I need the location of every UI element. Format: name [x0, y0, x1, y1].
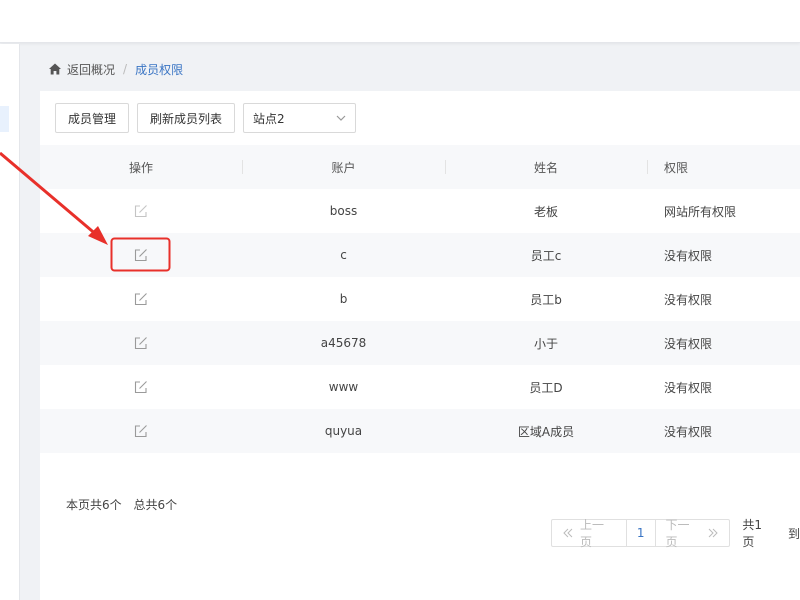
- header-permission: 权限: [647, 145, 800, 189]
- breadcrumb: 返回概况 / 成员权限: [48, 60, 183, 78]
- top-header: [0, 0, 800, 43]
- next-page-label: 下一页: [665, 518, 690, 549]
- edit-icon[interactable]: [134, 204, 148, 218]
- total-count-text: 总共6个: [133, 498, 178, 512]
- name-cell: 小于: [533, 336, 558, 351]
- account-cell: boss: [329, 204, 358, 218]
- site-select[interactable]: 站点2: [243, 103, 357, 133]
- edit-icon[interactable]: [134, 336, 148, 350]
- total-pages-text: 共1页: [742, 518, 763, 549]
- account-cell: b: [339, 292, 348, 306]
- permission-cell: 网站所有权限: [664, 204, 737, 219]
- header-name: 姓名: [445, 145, 647, 189]
- account-cell: a45678: [320, 336, 367, 350]
- breadcrumb-separator: /: [123, 62, 128, 76]
- permission-cell: 没有权限: [664, 380, 713, 395]
- account-cell: quyua: [324, 424, 363, 438]
- header-action: 操作: [128, 160, 153, 175]
- header-account: 账户: [242, 145, 445, 189]
- member-manage-button[interactable]: 成员管理: [55, 103, 130, 133]
- table-row: boss 老板 网站所有权限: [40, 189, 800, 233]
- permission-cell: 没有权限: [664, 424, 713, 439]
- next-page-button[interactable]: 下一页: [654, 518, 730, 549]
- prev-page-label: 上一页: [579, 518, 604, 549]
- refresh-member-list-button[interactable]: 刷新成员列表: [137, 103, 236, 133]
- name-cell: 老板: [533, 204, 558, 219]
- table-row: quyua 区域A成员 没有权限: [40, 409, 800, 453]
- edit-icon[interactable]: [134, 380, 148, 394]
- pagination: 上一页 1 下一页 共1页 到: [551, 518, 800, 549]
- permission-cell: 没有权限: [664, 248, 713, 263]
- left-sidebar: [0, 44, 20, 600]
- action-cell: [40, 233, 242, 277]
- content-card: 成员管理 刷新成员列表 站点2 操作 账户 姓名 权限 boss 老板 网站所有…: [40, 91, 800, 600]
- prev-page-button[interactable]: 上一页: [552, 518, 626, 549]
- table-row: a45678 小于 没有权限: [40, 321, 800, 365]
- action-cell: [40, 321, 242, 365]
- name-cell: 员工b: [530, 292, 562, 307]
- pagination-controls: 上一页 1 下一页: [551, 518, 731, 549]
- page-number-1[interactable]: 1: [625, 520, 655, 546]
- sidebar-active-item[interactable]: [0, 106, 9, 132]
- breadcrumb-current: 成员权限: [135, 62, 184, 77]
- permission-cell: 没有权限: [664, 336, 713, 351]
- account-cell: c: [340, 248, 347, 262]
- chevron-down-icon: [336, 115, 346, 121]
- page-count-text: 本页共6个: [66, 498, 122, 512]
- double-chevron-left-icon: [563, 528, 573, 538]
- site-select-value: 站点2: [253, 111, 285, 126]
- action-cell: [40, 277, 242, 321]
- table-row: b 员工b 没有权限: [40, 277, 800, 321]
- back-to-overview-link[interactable]: 返回概况: [67, 61, 115, 78]
- edit-icon[interactable]: [134, 248, 148, 262]
- goto-page-label: 到: [787, 526, 800, 541]
- action-cell: [40, 365, 242, 409]
- toolbar: 成员管理 刷新成员列表 站点2: [55, 103, 357, 133]
- table-row: www 员工D 没有权限: [40, 365, 800, 409]
- action-cell: [40, 409, 242, 453]
- double-chevron-right-icon: [709, 528, 719, 538]
- record-count-info: 本页共6个 总共6个: [66, 496, 177, 513]
- member-table: 操作 账户 姓名 权限 boss 老板 网站所有权限 c 员工c 没有权限 b …: [40, 145, 800, 453]
- table-row: c 员工c 没有权限: [40, 233, 800, 277]
- edit-icon[interactable]: [134, 424, 148, 438]
- name-cell: 区域A成员: [517, 424, 575, 439]
- account-cell: www: [328, 380, 359, 394]
- home-icon: [49, 63, 61, 75]
- table-header: 操作 账户 姓名 权限: [40, 145, 800, 189]
- name-cell: 员工D: [529, 380, 563, 395]
- name-cell: 员工c: [530, 248, 562, 263]
- permission-cell: 没有权限: [664, 292, 713, 307]
- edit-icon[interactable]: [134, 292, 148, 306]
- action-cell: [40, 189, 242, 233]
